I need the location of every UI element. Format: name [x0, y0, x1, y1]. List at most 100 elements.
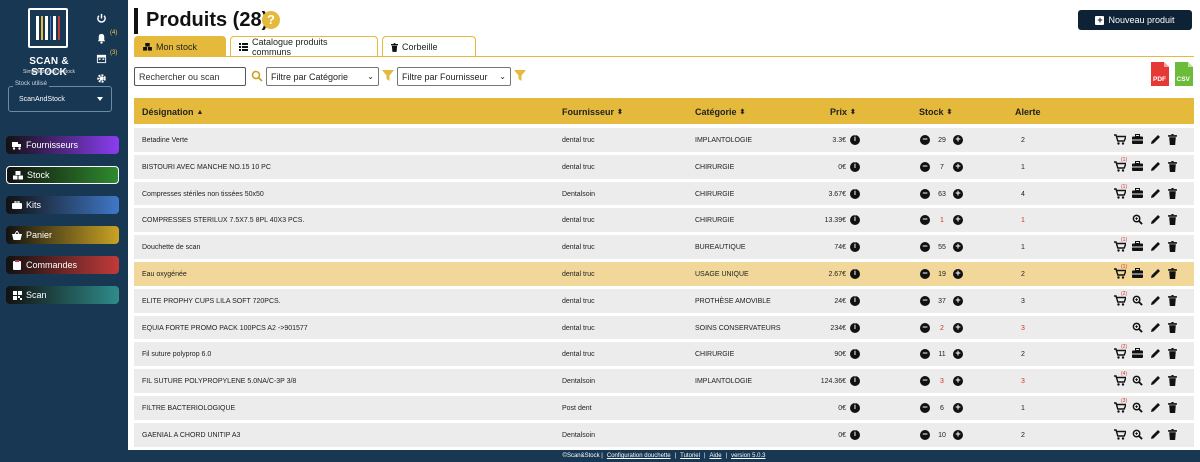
increment-stock-button[interactable]: + — [953, 242, 963, 253]
edit-button[interactable] — [1150, 322, 1162, 334]
add-to-cart-button[interactable] — [1114, 429, 1128, 441]
price-info-icon[interactable]: i — [850, 188, 860, 199]
edit-button[interactable] — [1150, 214, 1162, 226]
kit-button[interactable] — [1132, 160, 1144, 173]
price-info-icon[interactable]: i — [850, 242, 860, 253]
table-row[interactable]: COMPRESSES STERILUX 7.5X7.5 8PL 40X3 PCS… — [134, 208, 1194, 236]
kit-button[interactable] — [1132, 267, 1144, 280]
price-info-icon[interactable]: i — [850, 376, 860, 387]
price-info-icon[interactable]: i — [850, 349, 860, 360]
price-info-icon[interactable]: i — [850, 322, 860, 333]
edit-button[interactable] — [1150, 402, 1162, 414]
sidebar-item-kits[interactable]: Kits — [6, 196, 119, 214]
delete-button[interactable] — [1168, 134, 1180, 146]
delete-button[interactable] — [1168, 321, 1180, 334]
increment-stock-button[interactable]: + — [953, 322, 963, 333]
sidebar-item-scan[interactable]: Scan — [6, 286, 119, 304]
search-product-button[interactable] — [1132, 295, 1144, 307]
search-product-button[interactable] — [1132, 214, 1144, 226]
increment-stock-button[interactable]: + — [953, 349, 963, 360]
increment-stock-button[interactable]: + — [953, 295, 963, 306]
sidebar-item-panier[interactable]: Panier — [6, 226, 119, 244]
increment-stock-button[interactable]: + — [953, 376, 963, 387]
edit-button[interactable] — [1150, 295, 1162, 307]
price-info-icon[interactable]: i — [850, 429, 860, 440]
column-header-designation[interactable]: Désignation ▲ — [142, 107, 203, 117]
table-row[interactable]: Compresses stériles non tissées 50x50 Den… — [134, 181, 1194, 209]
delete-button[interactable] — [1168, 348, 1180, 360]
search-product-button[interactable] — [1132, 375, 1144, 387]
table-row[interactable]: EQUIA FORTE PROMO PACK 100PCS A2 ->90157… — [134, 315, 1194, 343]
delete-button[interactable] — [1168, 267, 1180, 280]
delete-button[interactable] — [1168, 294, 1180, 307]
increment-stock-button[interactable]: + — [953, 135, 963, 145]
table-row[interactable]: Betadine Verte dental truc IMPLANTOLOGIE 3.… — [134, 128, 1194, 155]
tab-catalogue[interactable]: Catalogue produits communs — [230, 36, 378, 57]
column-header-categorie[interactable]: Catégorie ⬍ — [695, 107, 745, 117]
delete-button[interactable] — [1168, 214, 1180, 226]
add-to-cart-button[interactable]: (2) — [1114, 344, 1127, 360]
delete-button[interactable] — [1168, 241, 1180, 253]
calendar-button[interactable]: (3) — [96, 48, 124, 68]
sidebar-item-stock[interactable]: Stock — [6, 166, 119, 184]
supplier-filter-select[interactable]: Filtre par Fournisseur ⌄ — [397, 67, 511, 86]
add-to-cart-button[interactable]: (1) — [1114, 237, 1127, 253]
table-row[interactable]: BISTOURI AVEC MANCHE NO.15 10 PC dental t… — [134, 154, 1194, 182]
increment-stock-button[interactable]: + — [953, 429, 963, 440]
delete-button[interactable] — [1168, 428, 1180, 441]
kit-button[interactable] — [1132, 187, 1144, 200]
decrement-stock-button[interactable]: − — [920, 349, 930, 360]
table-row[interactable]: Douchette de scan dental truc BUREAUTIQUE 7… — [134, 235, 1194, 262]
edit-button[interactable] — [1150, 429, 1162, 441]
table-row[interactable]: FIL SUTURE POLYPROPYLENE 5.0NA/C-3P 3/8 D… — [134, 369, 1194, 396]
category-filter-select[interactable]: Filtre par Catégorie ⌄ — [266, 67, 379, 86]
search-product-button[interactable] — [1132, 429, 1144, 441]
decrement-stock-button[interactable]: − — [920, 268, 930, 279]
price-info-icon[interactable]: i — [850, 135, 860, 145]
kit-button[interactable] — [1132, 241, 1144, 253]
edit-button[interactable] — [1150, 348, 1162, 360]
table-row[interactable]: GAENIAL A CHORD UNITIP A3 Dentalsoin 0€ i −1… — [134, 422, 1194, 450]
footer-version[interactable]: version 5.0.3 — [731, 453, 765, 459]
add-to-cart-button[interactable] — [1114, 134, 1128, 146]
search-input[interactable] — [134, 67, 246, 86]
table-row[interactable]: Fil suture polyprop 6.0 dental truc CHIRUR… — [134, 342, 1194, 370]
logout-button[interactable] — [96, 8, 124, 28]
price-info-icon[interactable]: i — [850, 215, 860, 226]
add-to-cart-button[interactable]: (1) — [1114, 184, 1127, 200]
increment-stock-button[interactable]: + — [953, 161, 963, 172]
decrement-stock-button[interactable]: − — [920, 402, 930, 413]
edit-button[interactable] — [1150, 161, 1162, 173]
edit-button[interactable] — [1150, 241, 1162, 253]
price-info-icon[interactable]: i — [850, 295, 860, 306]
decrement-stock-button[interactable]: − — [920, 322, 930, 333]
footer-link-aide[interactable]: Aide — [710, 453, 722, 459]
price-info-icon[interactable]: i — [850, 161, 860, 172]
add-to-cart-button[interactable]: (3) — [1114, 398, 1127, 414]
increment-stock-button[interactable]: + — [953, 402, 963, 413]
add-to-cart-button[interactable]: (4) — [1114, 371, 1127, 387]
column-header-fournisseur[interactable]: Fournisseur ⬍ — [562, 107, 623, 117]
add-to-cart-button[interactable]: (1) — [1114, 157, 1127, 173]
sidebar-item-fournisseurs[interactable]: Fournisseurs — [6, 136, 119, 154]
notifications-button[interactable]: (4) — [96, 28, 124, 48]
search-product-button[interactable] — [1132, 322, 1144, 334]
decrement-stock-button[interactable]: − — [920, 135, 930, 145]
increment-stock-button[interactable]: + — [953, 268, 963, 279]
increment-stock-button[interactable]: + — [953, 215, 963, 226]
edit-button[interactable] — [1150, 134, 1162, 146]
kit-button[interactable] — [1132, 134, 1144, 146]
tab-corbeille[interactable]: Corbeille — [382, 36, 476, 57]
table-row[interactable]: Eau oxygénée dental truc USAGE UNIQUE 2.67€… — [134, 261, 1194, 289]
decrement-stock-button[interactable]: − — [920, 429, 930, 440]
brand-logo[interactable]: SCAN & STOCK Simplifiez-vous le stock — [14, 8, 84, 78]
decrement-stock-button[interactable]: − — [920, 295, 930, 306]
edit-button[interactable] — [1150, 268, 1162, 280]
decrement-stock-button[interactable]: − — [920, 188, 930, 199]
increment-stock-button[interactable]: + — [953, 188, 963, 199]
filter-icon[interactable] — [382, 70, 394, 81]
filter-icon[interactable] — [514, 70, 526, 81]
price-info-icon[interactable]: i — [850, 402, 860, 413]
edit-button[interactable] — [1150, 375, 1162, 387]
delete-button[interactable] — [1168, 187, 1180, 200]
